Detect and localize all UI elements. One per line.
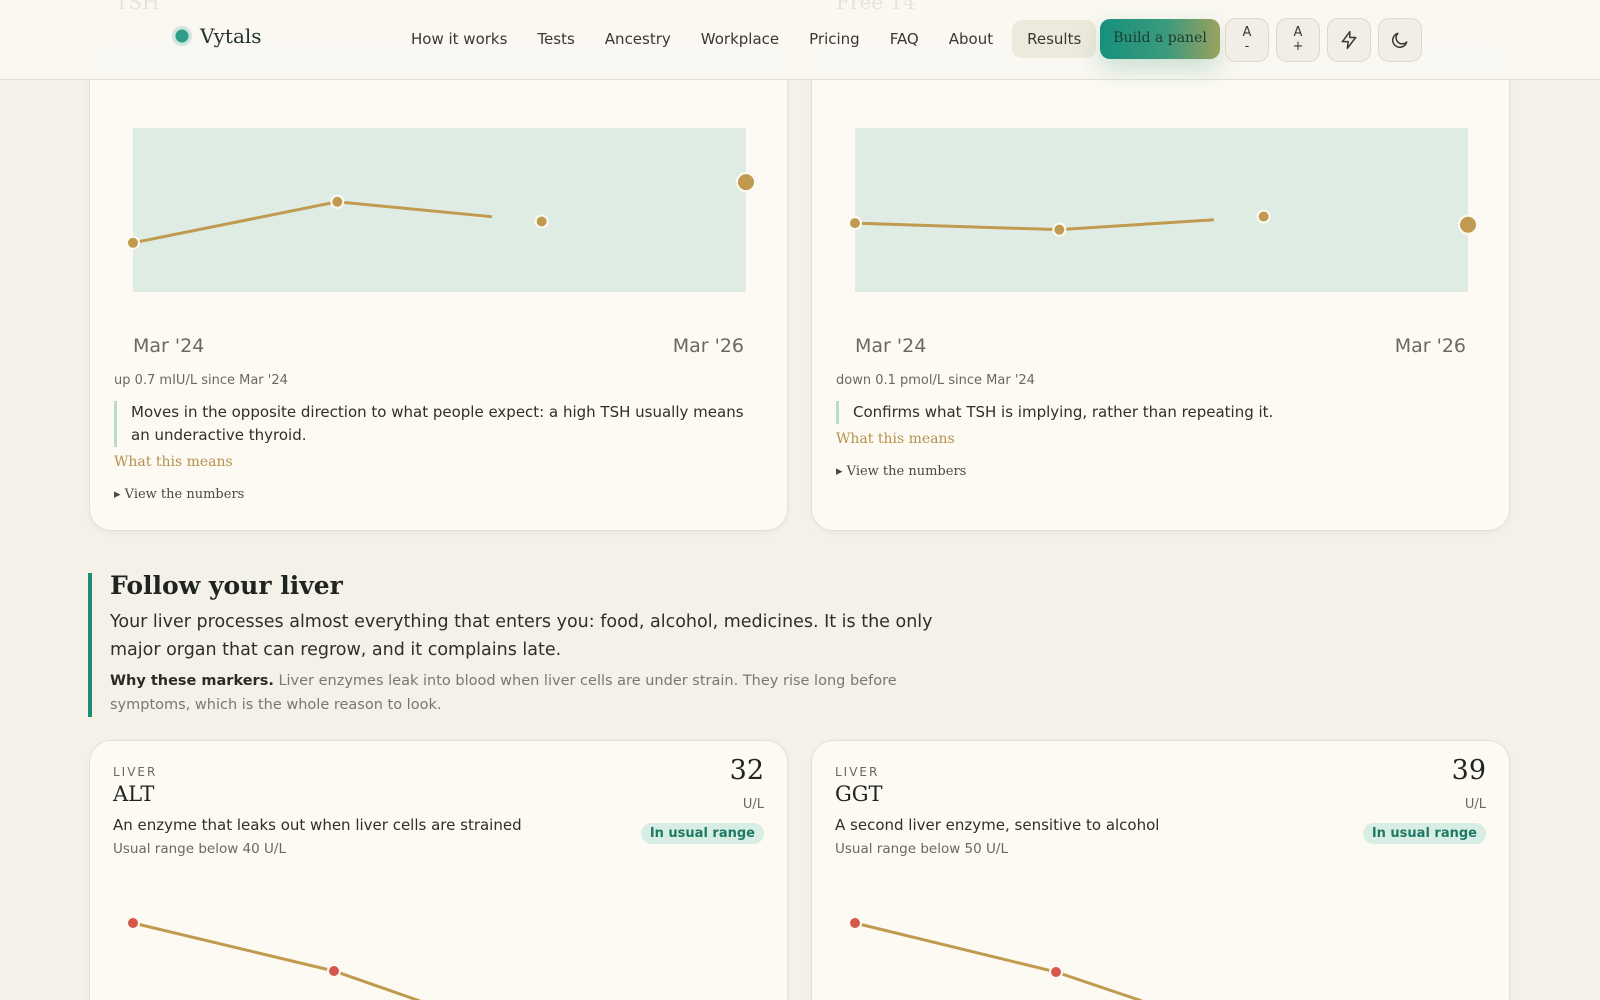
- view-numbers-toggle[interactable]: ▸ View the numbers: [114, 487, 244, 502]
- moon-icon: [1392, 32, 1408, 48]
- free-t4-trend-chart: [848, 128, 1478, 292]
- nav-ancestry[interactable]: Ancestry: [590, 20, 686, 58]
- x-axis-end-label: Mar '26: [672, 335, 744, 357]
- data-point[interactable]: [848, 216, 862, 231]
- section-lead: Your liver processes almost everything t…: [110, 612, 933, 660]
- nav-about[interactable]: About: [934, 20, 1008, 58]
- liver-section-intro: Follow your liver Your liver processes a…: [88, 571, 948, 717]
- latest-data-point[interactable]: [1458, 214, 1478, 235]
- x-axis-start-label: Mar '24: [133, 335, 205, 357]
- what-this-means-link[interactable]: What this means: [114, 454, 233, 470]
- tsh-trend-chart: [126, 128, 756, 292]
- alt-marker-card: LIVER ALT An enzyme that leaks out when …: [89, 740, 788, 1000]
- usual-range-band: [133, 128, 746, 292]
- alt-trend-chart: [126, 916, 421, 1000]
- nav-results[interactable]: Results: [1012, 20, 1097, 58]
- scrolled-card-title-ghost: Free T4: [836, 0, 916, 14]
- data-point[interactable]: [1256, 209, 1271, 224]
- top-navigation-bar: TSH Free T4 Vytals How it works Tests An…: [0, 0, 1600, 80]
- change-summary: down 0.1 pmol/L since Mar '24: [836, 373, 1035, 388]
- x-axis-end-label: Mar '26: [1394, 335, 1466, 357]
- brand-logo[interactable]: Vytals: [172, 24, 262, 48]
- x-axis-start-label: Mar '24: [855, 335, 927, 357]
- data-point[interactable]: [126, 916, 140, 930]
- nav-pricing[interactable]: Pricing: [794, 20, 875, 58]
- section-title: Follow your liver: [110, 571, 343, 600]
- usual-range-band: [855, 128, 1468, 292]
- ggt-marker-card: LIVER GGT A second liver enzyme, sensiti…: [811, 740, 1510, 1000]
- tsh-trend-card: Mar '24 Mar '26 up 0.7 mIU/L since Mar '…: [89, 40, 788, 531]
- nav-tests[interactable]: Tests: [522, 20, 589, 58]
- brand-mark-icon: [172, 26, 192, 46]
- ggt-trend-chart: [848, 916, 1143, 1000]
- scrolled-card-title-ghost: TSH: [115, 0, 160, 14]
- data-point[interactable]: [126, 235, 140, 250]
- increase-font-button[interactable]: A +: [1276, 18, 1320, 62]
- data-point[interactable]: [848, 916, 862, 930]
- build-panel-button[interactable]: Build a panel: [1100, 19, 1220, 59]
- view-numbers-toggle[interactable]: ▸ View the numbers: [836, 464, 966, 479]
- why-label: Why these markers.: [110, 673, 274, 689]
- data-point[interactable]: [534, 214, 549, 229]
- nav-how-it-works[interactable]: How it works: [396, 20, 522, 58]
- section-why: Why these markers. Liver enzymes leak in…: [110, 669, 948, 717]
- reduce-motion-button[interactable]: [1327, 18, 1371, 62]
- interpretation-note: Moves in the opposite direction to what …: [114, 401, 754, 447]
- display-tools: A - A +: [1225, 18, 1422, 62]
- decrease-font-button[interactable]: A -: [1225, 18, 1269, 62]
- what-this-means-link[interactable]: What this means: [836, 431, 955, 447]
- theme-toggle-button[interactable]: [1378, 18, 1422, 62]
- data-point[interactable]: [1049, 965, 1063, 979]
- free-t4-trend-card: Mar '24 Mar '26 down 0.1 pmol/L since Ma…: [811, 40, 1510, 531]
- nav-workplace[interactable]: Workplace: [686, 20, 794, 58]
- nav-faq[interactable]: FAQ: [875, 20, 934, 58]
- lightning-icon: [1341, 30, 1357, 50]
- data-point[interactable]: [330, 194, 345, 209]
- brand-name: Vytals: [200, 24, 262, 48]
- latest-data-point[interactable]: [736, 172, 756, 193]
- trend-line: [132, 921, 421, 1000]
- data-point[interactable]: [327, 964, 341, 978]
- interpretation-note: Confirms what TSH is implying, rather th…: [836, 401, 1476, 424]
- data-point[interactable]: [1052, 222, 1067, 237]
- trend-line: [854, 921, 1143, 1000]
- main-nav: How it works Tests Ancestry Workplace Pr…: [396, 19, 1220, 59]
- change-summary: up 0.7 mIU/L since Mar '24: [114, 373, 288, 388]
